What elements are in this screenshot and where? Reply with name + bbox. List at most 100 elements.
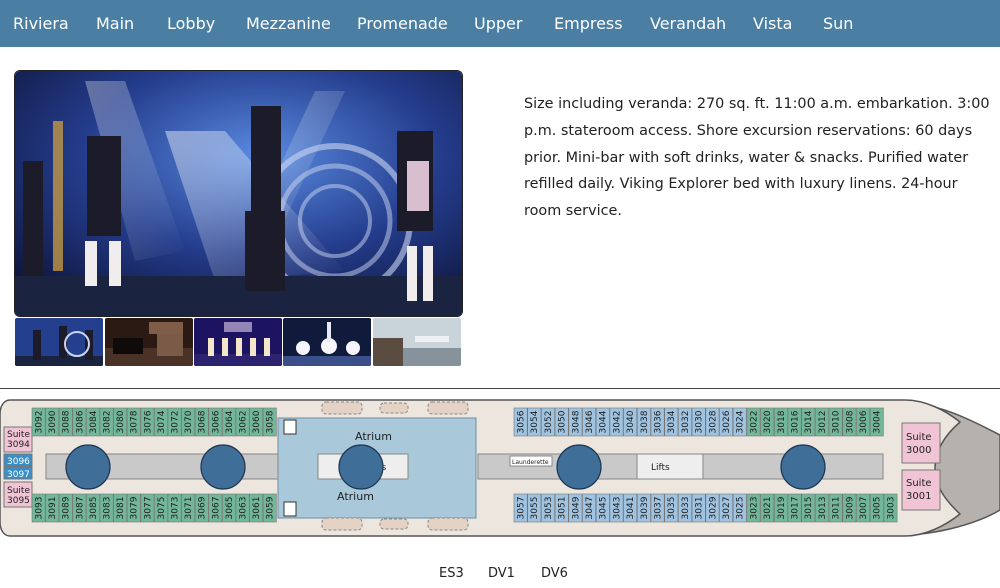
restroom-icon [283,501,297,517]
cabin-location-marker[interactable] [65,444,111,490]
cabin-number: 3087 [75,497,85,520]
cabin-number: 3028 [708,410,718,433]
cabin-number: 3012 [818,411,828,434]
deck-tab-main[interactable]: Main [96,0,134,47]
launderette-label: Launderette [512,459,549,466]
cabin-number: 3019 [777,496,787,519]
gallery-thumbnail[interactable] [194,318,282,366]
cabin-number: 3055 [530,497,540,520]
cabin-number: 3023 [749,497,759,520]
thumbnail-image [194,318,282,366]
cabin-number: 3025 [736,497,746,520]
section-divider [0,388,1000,389]
deck-tab-vista[interactable]: Vista [753,0,792,47]
suite-3000[interactable] [901,422,941,464]
forward-lifts-label: Lifts [651,463,670,473]
cabin-number: 3006 [859,410,869,433]
cabin-number: 3038 [640,410,650,433]
cabin-number: 3086 [75,410,85,433]
cabin-number: 3077 [143,497,153,520]
cabin-number: 3043 [612,497,622,520]
deck-tab-empress[interactable]: Empress [554,0,623,47]
cabin-number: 3033 [681,497,691,520]
gallery-main-image[interactable] [14,70,463,317]
cabin-number: 3042 [612,411,622,434]
cabin-number: 3020 [763,410,773,433]
cabin-number: 3035 [667,497,677,520]
cabin-location-marker[interactable] [200,444,246,490]
cabin-number: 3056 [517,410,527,433]
deck-tab-verandah[interactable]: Verandah [650,0,726,47]
cabin-number: 3074 [157,410,167,433]
cabin-number: 3053 [544,497,554,520]
cabin-number: 3018 [777,410,787,433]
gallery-thumbnail[interactable] [15,318,103,366]
lounge-seating [321,401,363,415]
cabin-number: 3068 [198,410,208,433]
suite-3094-label: Suite 3094 [7,430,30,450]
cabin-number: 3011 [832,497,842,520]
deck-plan: Atrium Atrium ts Lifts Launderette Suite… [0,390,1000,540]
cabin-number: 3073 [171,497,181,520]
cabin-number: 3026 [722,410,732,433]
cabin-number: 3048 [571,410,581,433]
stage-performance-photo [15,71,462,316]
lounge-seating [379,402,409,414]
cabin-number: 3059 [266,496,276,519]
cabin-number: 3024 [736,410,746,433]
gallery-thumbnail[interactable] [105,318,193,366]
forward-lifts [636,453,704,480]
lounge-seating [321,517,363,531]
cabin-number: 3078 [130,410,140,433]
cabin-number: 3092 [35,411,45,434]
cabin-number: 3057 [517,497,527,520]
cabin-number: 3034 [667,410,677,433]
deck-tab-riviera[interactable]: Riviera [13,0,69,47]
cabin-number: 3013 [818,497,828,520]
cabin-number: 3046 [585,410,595,433]
cabin-location-marker[interactable] [780,444,826,490]
gallery-thumbnail[interactable] [373,318,461,366]
deck-tab-sun[interactable]: Sun [823,0,853,47]
cabin-number: 3017 [791,497,801,520]
deck-tab-lobby[interactable]: Lobby [167,0,215,47]
cabin-number: 3089 [62,496,72,519]
cabin-number: 3016 [791,410,801,433]
cabin-number: 3062 [239,411,249,434]
room-3097-label: 3097 [7,470,30,480]
deck-plan-map: Atrium Atrium ts Lifts Launderette Suite… [0,399,1000,537]
cabin-number: 3091 [48,497,58,520]
lounge-seating [427,517,469,531]
legend-es3[interactable]: ES3 [439,566,464,581]
legend-dv1[interactable]: DV1 [488,566,515,581]
thumbnail-image [283,318,371,366]
cabin-number: 3007 [859,497,869,520]
suite-3001[interactable] [901,469,941,511]
cabin-number: 3032 [681,411,691,434]
deck-tab-mezzanine[interactable]: Mezzanine [246,0,331,47]
cabin-number: 3080 [116,410,126,433]
cabin-number: 3015 [804,497,814,520]
cabin-location-marker[interactable] [556,444,602,490]
cabin-number: 3005 [873,497,883,520]
cabin-number: 3051 [558,497,568,520]
cabin-number: 3085 [89,497,99,520]
deck-tab-upper[interactable]: Upper [474,0,522,47]
cabin-number: 3004 [873,410,883,433]
cabin-number: 3082 [103,411,113,434]
legend-dv6[interactable]: DV6 [541,566,568,581]
cabin-number: 3060 [252,410,262,433]
gallery-thumbnail[interactable] [283,318,371,366]
cabin-number: 3066 [211,410,221,433]
cabin-number: 3022 [749,411,759,434]
atrium-label-top: Atrium [355,430,392,443]
cabin-number: 3041 [626,497,636,520]
cabin-number: 3075 [157,497,167,520]
cabin-number: 3070 [184,410,194,433]
cabin-location-marker[interactable] [338,444,384,490]
cabin-number: 3081 [116,497,126,520]
cabin-number: 3072 [171,411,181,434]
deck-tab-promenade[interactable]: Promenade [357,0,448,47]
thumbnail-image [15,318,103,366]
cabin-number: 3061 [252,497,262,520]
